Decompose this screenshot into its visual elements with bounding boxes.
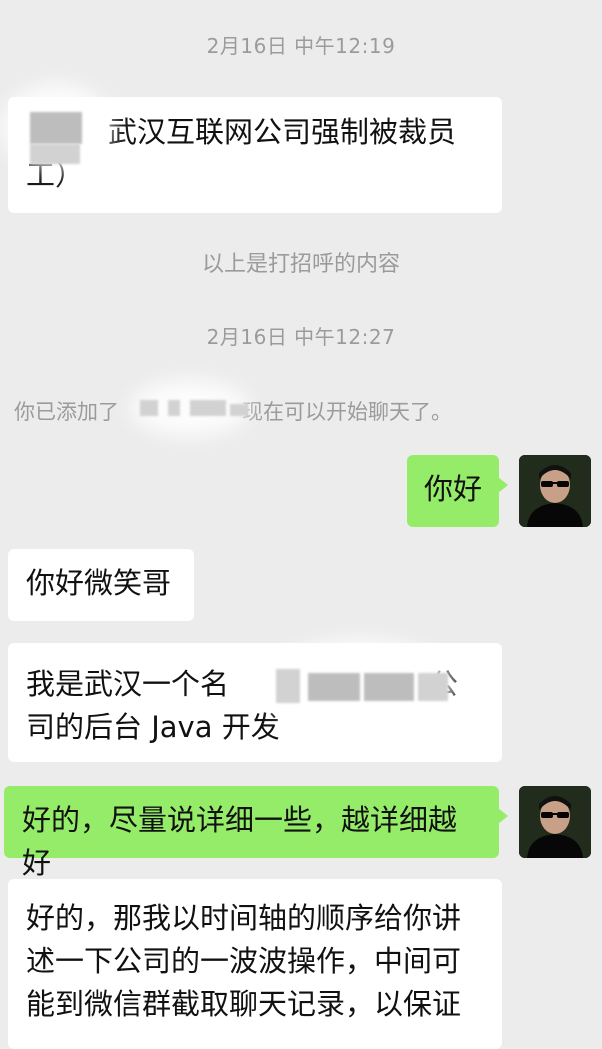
redaction-block [308, 673, 360, 701]
incoming-message-bubble[interactable]: 好的，那我以时间轴的顺序给你讲 述一下公司的一波波操作，中间可 能到微信群截取聊… [8, 879, 502, 1049]
redaction-block [276, 669, 300, 703]
contact-added-suffix: 现在可以开始聊天了。 [242, 400, 452, 424]
timestamp: 2月16日 中午12:27 [206, 325, 396, 349]
redaction-block [30, 112, 82, 144]
incoming-message-bubble[interactable]: 你好微笑哥 [8, 549, 194, 621]
redaction-block [140, 400, 158, 416]
greeting-message-line-2: 工） [26, 158, 85, 192]
redaction-block [230, 404, 248, 416]
redaction-block [30, 144, 80, 164]
redaction-block [364, 673, 414, 701]
timestamp: 2月16日 中午12:19 [206, 34, 396, 58]
person-in-sunglasses-avatar-icon [519, 455, 591, 527]
avatar-icon[interactable] [519, 786, 591, 858]
message-line: 能到微信群截取聊天记录，以保证 [26, 987, 462, 1021]
redaction-block [168, 400, 180, 416]
redaction-block [190, 400, 226, 416]
chat-window: 2月16日 中午12:19 武汉互联网公司强制被裁员 工） 以上是打招呼的内容 … [0, 0, 602, 1049]
redaction-block [418, 673, 448, 701]
message-line: 述一下公司的一波波操作，中间可 [26, 944, 462, 978]
person-in-sunglasses-avatar-icon [519, 786, 591, 858]
avatar-icon[interactable] [519, 455, 591, 527]
outgoing-message-bubble[interactable]: 好的，尽量说详细一些，越详细越好 [4, 786, 508, 880]
contact-added-prefix: 你已添加了 [14, 400, 119, 424]
greeting-note: 以上是打招呼的内容 [201, 252, 400, 277]
outgoing-message-bubble[interactable]: 你好 [407, 455, 508, 527]
message-line: 好的，那我以时间轴的顺序给你讲 [26, 901, 462, 935]
